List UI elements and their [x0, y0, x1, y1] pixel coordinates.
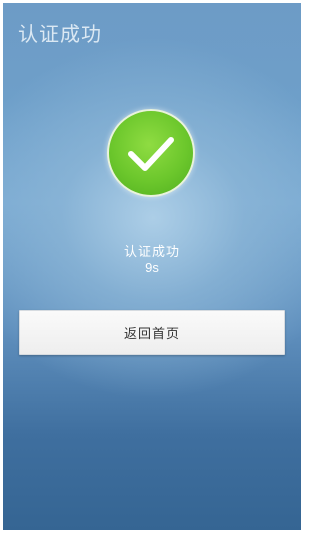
countdown-timer: 9s [145, 260, 159, 275]
back-to-home-button[interactable]: 返回首页 [19, 310, 285, 355]
auth-success-screen: 认证成功 认证成功 9s 返回首页 [3, 3, 301, 530]
status-text: 认证成功 [123, 244, 180, 259]
page-title: 认证成功 [18, 24, 102, 46]
checkmark-icon [107, 109, 195, 197]
